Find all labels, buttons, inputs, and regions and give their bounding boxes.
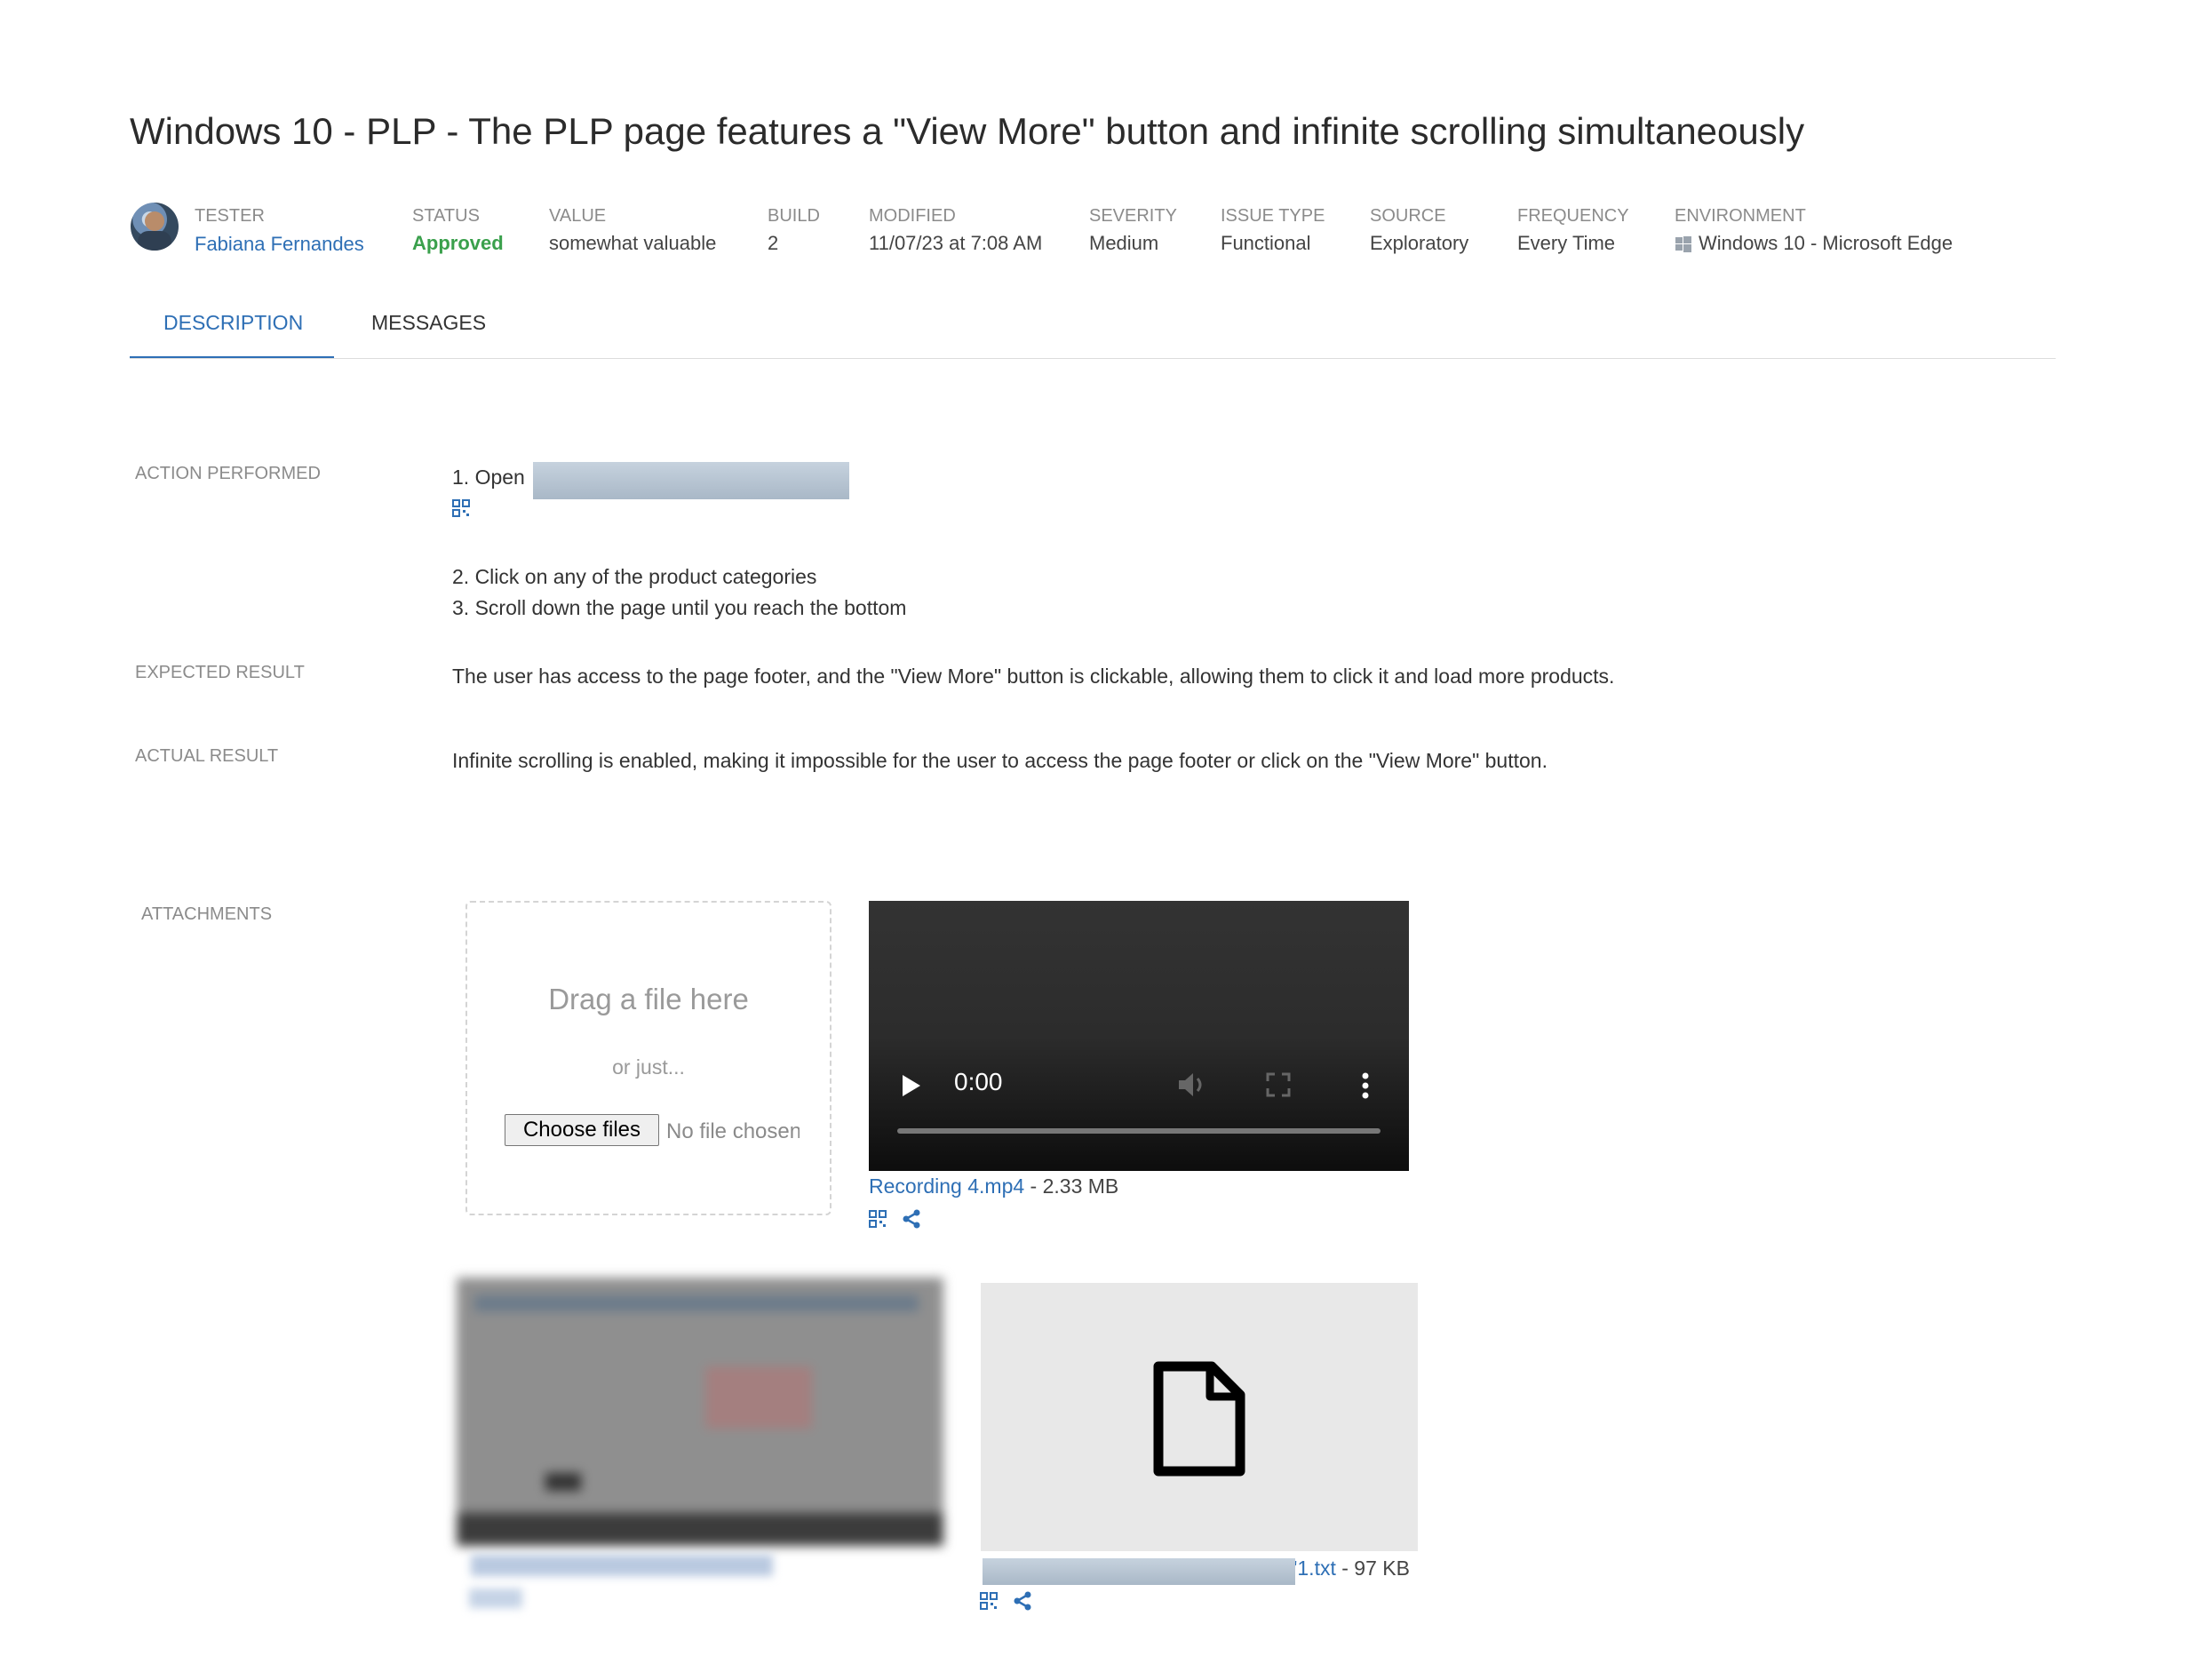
- status-badge: Approved: [412, 232, 504, 254]
- expected-result-label: EXPECTED RESULT: [135, 663, 305, 682]
- frequency-text: Every Time: [1517, 232, 1616, 254]
- tester-label: TESTER: [195, 206, 265, 226]
- file-name-link[interactable]: '1.txt: [1293, 1557, 1336, 1580]
- step-2-text: 2. Click on any of the product categorie…: [452, 565, 817, 588]
- redacted-file-name: [983, 1558, 1295, 1585]
- image-attachment-actions: [469, 1588, 522, 1608]
- video-progress-bar[interactable]: [897, 1128, 1380, 1134]
- severity-label: SEVERITY: [1089, 206, 1177, 226]
- dropzone-or-text: or just...: [612, 1055, 685, 1079]
- step-1-text: 1. Open: [452, 466, 525, 489]
- page-title: Windows 10 - PLP - The PLP page features…: [130, 110, 1805, 152]
- build-text: 2: [768, 232, 779, 254]
- tab-messages-label: MESSAGES: [371, 311, 487, 334]
- image-attachment-caption: [471, 1555, 773, 1576]
- document-icon: [1153, 1361, 1245, 1477]
- windows-icon: [1675, 236, 1691, 252]
- issue-type-label: ISSUE TYPE: [1221, 206, 1325, 226]
- status-label: STATUS: [412, 206, 480, 226]
- actual-result-text: Infinite scrolling is enabled, making it…: [452, 749, 1548, 772]
- environment-text: Windows 10 - Microsoft Edge: [1699, 232, 1953, 254]
- actual-result-label: ACTUAL RESULT: [135, 746, 279, 766]
- qr-code-icon[interactable]: [869, 1210, 887, 1228]
- image-attachment-thumbnail[interactable]: [457, 1278, 943, 1546]
- expected-result-text: The user has access to the page footer, …: [452, 665, 1615, 688]
- qr-code-icon[interactable]: [980, 1592, 998, 1610]
- tab-description-label: DESCRIPTION: [163, 311, 304, 334]
- modified-label: MODIFIED: [869, 206, 956, 226]
- volume-icon[interactable]: [1176, 1070, 1208, 1100]
- no-file-chosen-text: No file chosen: [666, 1119, 800, 1143]
- share-icon[interactable]: [1013, 1591, 1032, 1611]
- share-icon[interactable]: [902, 1209, 921, 1229]
- severity-text: Medium: [1089, 232, 1159, 254]
- file-attachment-preview[interactable]: [981, 1283, 1418, 1551]
- value-text: somewhat valuable: [549, 232, 717, 254]
- video-file-size: - 2.33 MB: [1024, 1174, 1119, 1198]
- tab-messages[interactable]: MESSAGES: [355, 300, 497, 359]
- action-performed-label: ACTION PERFORMED: [135, 464, 321, 483]
- file-dropzone[interactable]: Drag a file here or just... Choose files…: [465, 901, 831, 1215]
- avatar: [131, 203, 179, 251]
- file-size: - 97 KB: [1335, 1557, 1410, 1580]
- video-attachment-caption: Recording 4.mp4 - 2.33 MB: [869, 1174, 1118, 1198]
- environment-label: ENVIRONMENT: [1675, 206, 1806, 226]
- video-file-link[interactable]: Recording 4.mp4: [869, 1174, 1024, 1198]
- more-options-icon[interactable]: [1361, 1071, 1370, 1100]
- fullscreen-icon[interactable]: [1265, 1071, 1292, 1098]
- redacted-url: [533, 462, 849, 499]
- tab-description[interactable]: DESCRIPTION: [130, 300, 334, 359]
- video-time: 0:00: [954, 1068, 1003, 1095]
- modified-text: 11/07/23 at 7:08 AM: [869, 232, 1043, 254]
- step-3-text: 3. Scroll down the page until you reach …: [452, 596, 907, 619]
- value-label: VALUE: [549, 206, 607, 226]
- dropzone-title: Drag a file here: [548, 983, 749, 1015]
- video-player[interactable]: 0:00: [869, 901, 1409, 1171]
- choose-files-button[interactable]: Choose files: [505, 1114, 659, 1146]
- source-text: Exploratory: [1370, 232, 1469, 254]
- build-label: BUILD: [768, 206, 820, 226]
- frequency-label: FREQUENCY: [1517, 206, 1629, 226]
- issue-type-text: Functional: [1221, 232, 1311, 254]
- tester-link[interactable]: Fabiana Fernandes: [195, 233, 364, 256]
- play-icon[interactable]: [903, 1075, 920, 1096]
- attachments-label: ATTACHMENTS: [141, 904, 273, 924]
- tabs-divider: [130, 358, 2056, 359]
- qr-code-icon[interactable]: [452, 499, 470, 517]
- source-label: SOURCE: [1370, 206, 1446, 226]
